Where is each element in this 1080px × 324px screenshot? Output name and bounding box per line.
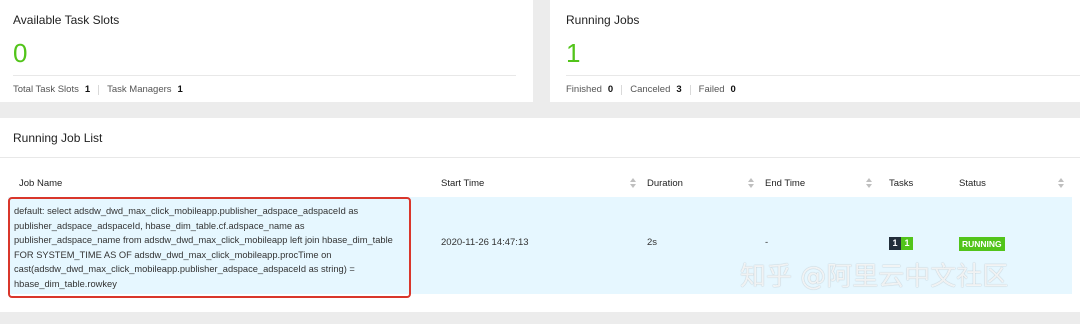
running-jobs-value: 1	[566, 38, 581, 68]
column-header-duration[interactable]: Duration	[647, 170, 683, 196]
tasks-count: 1 1	[889, 237, 913, 250]
card-title: Available Task Slots	[13, 13, 120, 27]
column-header-tasks: Tasks	[889, 178, 914, 189]
total-task-slots-value: 1	[84, 84, 91, 95]
stat-separator	[689, 84, 691, 95]
status-badge: RUNNING	[959, 237, 1005, 251]
available-slots-value: 0	[13, 38, 28, 68]
running-jobs-card: Running Jobs 1 Finished 0 Canceled 3 Fai…	[550, 0, 1080, 102]
finished-label: Finished	[566, 84, 602, 95]
card-title: Running Job List	[13, 131, 103, 145]
duration-cell: 2s	[647, 237, 658, 248]
divider	[566, 75, 1080, 76]
end-time-cell: -	[765, 237, 769, 248]
column-header-end-time[interactable]: End Time	[765, 170, 805, 196]
sort-icon[interactable]	[748, 178, 754, 190]
total-task-slots-label: Total Task Slots	[13, 84, 79, 95]
start-time-cell: 2020-11-26 14:47:13	[441, 237, 529, 248]
tasks-running-badge: 1	[901, 237, 913, 250]
card-title: Running Jobs	[566, 13, 640, 27]
task-managers-value: 1	[177, 84, 183, 95]
sort-icon[interactable]	[866, 178, 872, 190]
divider	[13, 75, 516, 76]
sort-icon[interactable]	[1058, 178, 1064, 190]
column-header-job-name[interactable]: Job Name	[19, 170, 62, 196]
slot-stats: Total Task Slots 1 Task Managers 1	[13, 84, 183, 95]
stat-separator	[621, 84, 623, 95]
stat-separator	[98, 84, 100, 95]
table-header: Job Name Start Time Duration End Time Ta…	[0, 170, 1080, 196]
failed-label: Failed	[698, 84, 725, 95]
sort-icon[interactable]	[630, 178, 636, 190]
column-header-start-time[interactable]: Start Time	[441, 170, 484, 196]
canceled-value: 3	[676, 84, 682, 95]
available-task-slots-card: Available Task Slots 0 Total Task Slots …	[0, 0, 533, 102]
divider	[0, 157, 1080, 158]
failed-value: 0	[730, 84, 736, 95]
column-header-status[interactable]: Status	[959, 170, 986, 196]
job-name-cell: default: select adsdw_dwd_max_click_mobi…	[14, 206, 393, 289]
job-stats: Finished 0 Canceled 3 Failed 0	[566, 84, 736, 95]
watermark: 知乎 @阿里云中文社区	[740, 262, 1009, 292]
tasks-count-badge: 1	[889, 237, 901, 250]
task-managers-label: Task Managers	[107, 84, 172, 95]
canceled-label: Canceled	[630, 84, 671, 95]
finished-value: 0	[607, 84, 614, 95]
